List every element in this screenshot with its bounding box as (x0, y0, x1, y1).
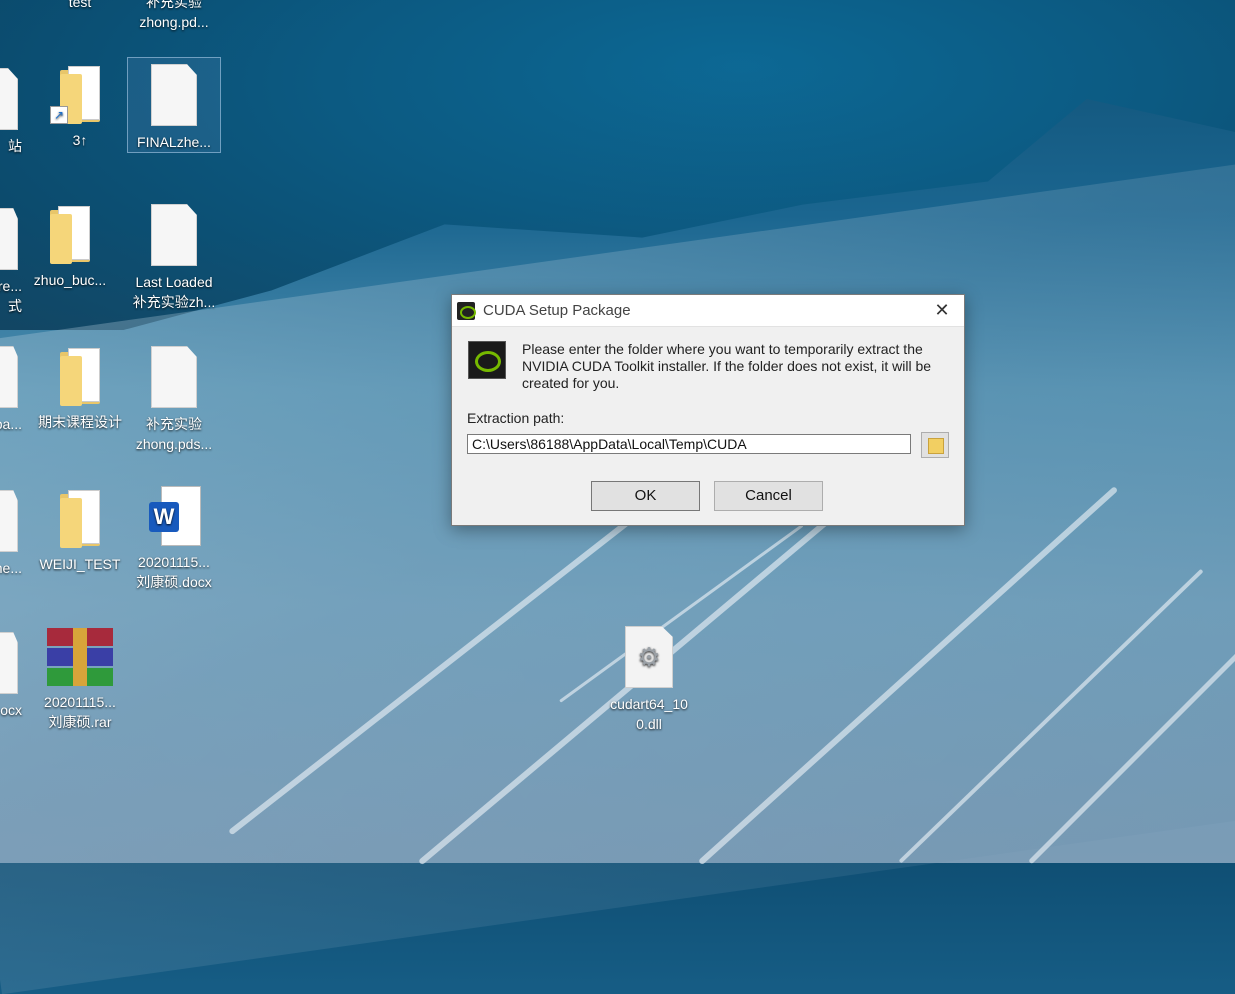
ok-button[interactable]: OK (591, 481, 700, 511)
cuda-setup-dialog: CUDA Setup Package ✕ Please enter the fo… (451, 294, 965, 526)
desktop-icon-buchong-pds[interactable]: 补充实验 zhong.pds... (128, 346, 220, 454)
desktop-icon-3-shortcut[interactable]: ↗ 3↑ (34, 64, 126, 150)
desktop-icon-docx[interactable]: W 20201115... 刘康硕.docx (128, 486, 220, 592)
dll-gear-icon: ⚙ (625, 626, 673, 688)
desktop-icon-label: zhuo_buc... (33, 272, 107, 288)
browse-folder-button[interactable] (921, 432, 949, 458)
folder-icon (56, 346, 104, 406)
document-icon (151, 346, 197, 408)
nvidia-logo-icon (468, 341, 506, 379)
desktop-icon-label: 站 (8, 138, 22, 154)
shortcut-arrow-icon: ↗ (50, 106, 68, 124)
desktop-icon-qimo[interactable]: 期末课程设计 (34, 346, 126, 432)
desktop-icon-buchong-pdf[interactable]: 补充实验 zhong.pd... (128, 0, 220, 32)
desktop-icon-recycle-bin[interactable]: 站 (0, 68, 22, 156)
desktop-icon-label: cudart64_10 0.dll (610, 696, 688, 732)
desktop-icon-final[interactable]: FINALzhe... (127, 57, 221, 153)
desktop-icon-label: test (68, 0, 92, 10)
desktop-icon-label: FINALzhe... (137, 134, 211, 150)
desktop-icon-label: ne... (0, 560, 22, 576)
desktop-icon-label: 20201115... 刘康硕.rar (44, 694, 116, 730)
dialog-message: Please enter the folder where you want t… (522, 341, 932, 391)
desktop-icon-label: ba... (0, 416, 22, 432)
document-icon (151, 64, 197, 126)
extraction-path-label: Extraction path: (467, 410, 565, 426)
desktop-icon-label: WEIJI_TEST (39, 556, 121, 572)
document-icon (151, 204, 197, 266)
close-button[interactable]: ✕ (920, 295, 964, 326)
desktop-icon-re-app[interactable]: re... 式 (0, 208, 22, 316)
desktop-icon-label: re... 式 (0, 278, 22, 314)
app-icon (0, 208, 18, 270)
desktop-icon-test[interactable]: test (34, 0, 126, 12)
desktop-icon-label: 20201115... 刘康硕.docx (136, 554, 212, 590)
desktop-icon-cudart-dll[interactable]: ⚙ cudart64_10 0.dll (603, 626, 695, 734)
desktop-icon-rar[interactable]: 20201115... 刘康硕.rar (34, 628, 126, 732)
desktop-icon-zhuo-buc[interactable]: zhuo_buc... (24, 204, 116, 290)
folder-icon: ↗ (50, 64, 104, 124)
document-icon (0, 346, 18, 408)
document-icon (0, 490, 18, 552)
word-document-icon: W (149, 486, 201, 546)
extraction-path-input[interactable] (467, 434, 911, 454)
document-icon (0, 632, 18, 694)
folder-icon (928, 438, 944, 454)
folder-icon (56, 488, 104, 548)
desktop-icon-label: 期末课程设计 (38, 414, 122, 430)
desktop-icon-label: 补充实验 zhong.pd... (139, 0, 209, 30)
desktop-icon-ne[interactable]: ne... (0, 490, 22, 578)
cancel-button[interactable]: Cancel (714, 481, 823, 511)
folder-icon (46, 204, 94, 264)
desktop-icon-ba[interactable]: ba... (0, 346, 22, 434)
desktop-icon-label: Last Loaded 补充实验zh... (132, 274, 216, 310)
dialog-titlebar[interactable]: CUDA Setup Package ✕ (452, 295, 964, 327)
dialog-title: CUDA Setup Package (483, 302, 631, 319)
desktop-icon-ocx[interactable]: ocx (0, 632, 22, 720)
desktop-icon-label: 3↑ (72, 132, 88, 148)
nvidia-app-icon (457, 301, 476, 320)
desktop-icon-label: ocx (0, 702, 22, 718)
recycle-bin-icon (0, 68, 18, 130)
desktop-icon-last-loaded[interactable]: Last Loaded 补充实验zh... (128, 204, 220, 312)
desktop-icon-weiji-test[interactable]: WEIJI_TEST (34, 488, 126, 574)
desktop-icon-label: 补充实验 zhong.pds... (135, 416, 213, 452)
winrar-archive-icon (47, 628, 113, 686)
